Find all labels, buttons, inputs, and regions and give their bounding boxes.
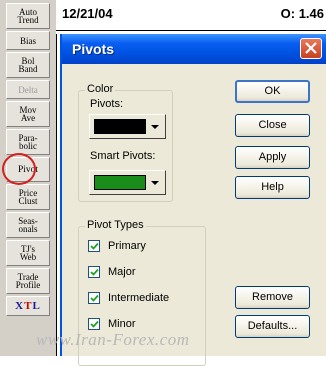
dropdown-arrow-icon [151, 125, 159, 129]
smart-pivots-color-picker[interactable] [89, 170, 166, 195]
dialog-titlebar[interactable]: Pivots [62, 34, 326, 64]
smart-pivots-color-swatch [94, 175, 146, 190]
close-icon [305, 42, 317, 54]
highlight-circle [2, 153, 36, 185]
ok-button[interactable]: OK [235, 80, 310, 103]
defaults-button[interactable]: Defaults... [235, 315, 310, 338]
major-checkbox-row[interactable]: Major [88, 266, 136, 278]
minor-checkbox-row[interactable]: Minor [88, 318, 136, 330]
toolbar-price-clust-button[interactable]: Price Clust [6, 184, 50, 210]
toolbar-delta-button[interactable]: Delta [6, 80, 50, 99]
intermediate-label: Intermediate [108, 292, 170, 304]
intermediate-checkbox-row[interactable]: Intermediate [88, 292, 169, 304]
toolbar-trade-profile-button[interactable]: Trade Profile [6, 268, 50, 294]
pivots-dialog: Pivots Color Pivots: Smart Pivots: Pivot… [60, 34, 326, 366]
help-button[interactable]: Help [235, 176, 310, 199]
minor-checkbox[interactable] [88, 318, 100, 330]
toolbar-tjs-web-button[interactable]: TJ's Web [6, 240, 50, 266]
toolbar-parabolic-button[interactable]: Para- bolic [6, 129, 50, 155]
chart-header: 12/21/04 O: 1.46 [56, 0, 326, 34]
primary-checkbox-row[interactable]: Primary [88, 240, 146, 252]
checkmark-icon [90, 294, 99, 302]
indicator-toolbar: Auto Trend Bias Bol Band Delta Mov Ave P… [0, 0, 56, 356]
checkmark-icon [90, 320, 99, 328]
pivot-types-legend: Pivot Types [85, 219, 146, 231]
pivots-color-swatch [94, 119, 146, 134]
toolbar-mov-ave-button[interactable]: Mov Ave [6, 101, 50, 127]
dropdown-arrow-icon [151, 181, 159, 185]
toolbar-bias-button[interactable]: Bias [6, 31, 50, 50]
xtl-x: X [15, 300, 25, 312]
primary-label: Primary [108, 240, 146, 252]
toolbar-xtl-button[interactable]: XTL [6, 296, 50, 316]
minor-label: Minor [108, 318, 136, 330]
close-window-button[interactable] [300, 38, 322, 59]
dialog-title: Pivots [72, 41, 115, 57]
pivots-color-picker[interactable] [89, 114, 166, 139]
remove-button[interactable]: Remove [235, 286, 310, 309]
checkmark-icon [90, 242, 99, 250]
major-checkbox[interactable] [88, 266, 100, 278]
close-button[interactable]: Close [235, 114, 310, 137]
toolbar-seasonals-button[interactable]: Seas- onals [6, 212, 50, 238]
apply-button[interactable]: Apply [235, 146, 310, 169]
chart-open-value: O: 1.46 [280, 6, 324, 21]
xtl-t: T [24, 300, 33, 312]
smart-pivots-color-label: Smart Pivots: [90, 150, 156, 162]
toolbar-divider [56, 0, 57, 356]
toolbar-bol-band-button[interactable]: Bol Band [6, 52, 50, 78]
primary-checkbox[interactable] [88, 240, 100, 252]
toolbar-auto-trend-button[interactable]: Auto Trend [6, 3, 50, 29]
intermediate-checkbox[interactable] [88, 292, 100, 304]
chart-date: 12/21/04 [62, 6, 113, 21]
color-group-legend: Color [85, 83, 116, 95]
watermark-text: www.Iran-Forex.com [36, 330, 190, 349]
header-rule [56, 30, 326, 31]
checkmark-icon [90, 268, 99, 276]
major-label: Major [108, 266, 136, 278]
pivots-color-label: Pivots: [90, 98, 124, 110]
xtl-l: L [32, 300, 41, 312]
